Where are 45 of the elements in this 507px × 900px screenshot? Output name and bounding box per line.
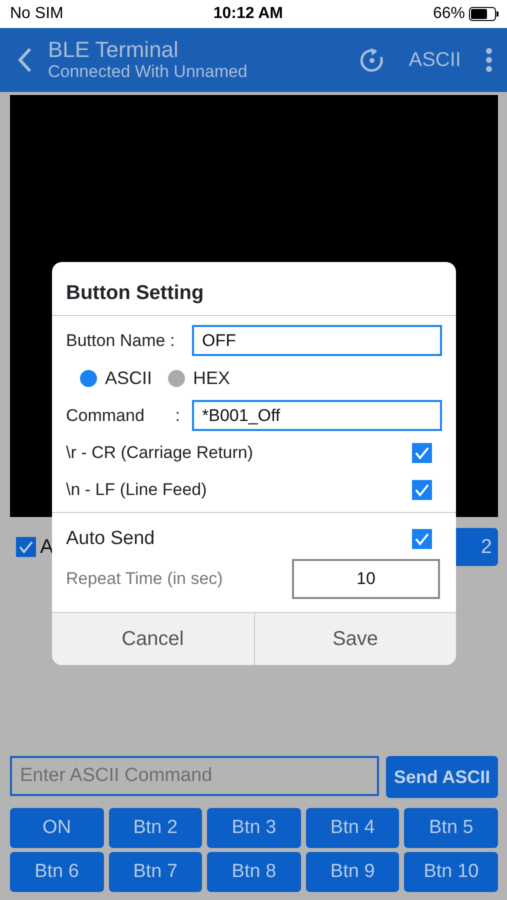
repeat-field[interactable]: 10 [292, 559, 440, 599]
quick-button[interactable]: Btn 7 [108, 852, 202, 892]
checkbox[interactable] [412, 529, 432, 549]
cancel-button[interactable]: Cancel [52, 613, 254, 665]
connection-status: Connected With Unnamed [48, 62, 248, 82]
carrier-label: No SIM [10, 4, 64, 24]
command-input[interactable]: Enter ASCII Command [10, 756, 379, 796]
quick-button[interactable]: Btn 5 [404, 808, 498, 848]
checkbox[interactable] [412, 480, 432, 500]
field-label: Button Name : [66, 330, 175, 352]
dialog-title: Button Setting [52, 262, 456, 316]
field-label: Command [66, 404, 144, 427]
refresh-icon[interactable] [358, 47, 385, 73]
command-field[interactable]: *B001_Off [192, 400, 442, 431]
save-button[interactable]: Save [254, 613, 456, 665]
clock: 10:12 AM [213, 4, 283, 24]
colon-label: : [175, 404, 180, 427]
name-field[interactable]: OFF [192, 325, 442, 356]
quick-button[interactable]: Btn 9 [306, 852, 400, 892]
quick-button[interactable]: Btn 4 [306, 808, 400, 848]
radio-label: HEX [193, 366, 230, 390]
quick-button[interactable]: Btn 2 [108, 808, 202, 848]
battery-icon [469, 7, 499, 21]
radio-label: ASCII [105, 366, 152, 390]
quick-button[interactable]: Btn 10 [404, 852, 498, 892]
quick-button[interactable]: Btn 3 [207, 808, 301, 848]
mode-toggle[interactable]: ASCII [408, 45, 461, 75]
checkbox-label: A [40, 535, 54, 560]
option-label: Auto Send [66, 526, 155, 551]
checkbox[interactable] [16, 537, 36, 557]
quick-button[interactable]: Btn 8 [207, 852, 301, 892]
more-menu-icon[interactable] [485, 47, 493, 73]
option-label: \r - CR (Carriage Return) [66, 442, 254, 464]
checkbox[interactable] [412, 442, 432, 462]
battery-percent: 66% [432, 4, 465, 24]
back-icon[interactable] [18, 47, 32, 73]
send-button[interactable]: Send ASCII [386, 756, 498, 798]
quick-button[interactable]: Btn 6 [10, 852, 104, 892]
app-title: BLE Terminal [48, 38, 180, 62]
option-label: \n - LF (Line Feed) [66, 478, 207, 501]
field-label: Repeat Time (in sec) [66, 568, 223, 590]
radio-button[interactable] [80, 370, 97, 386]
radio-button[interactable] [168, 370, 186, 386]
action-button[interactable]: 2 [454, 528, 498, 566]
quick-button[interactable]: ON [10, 808, 104, 848]
